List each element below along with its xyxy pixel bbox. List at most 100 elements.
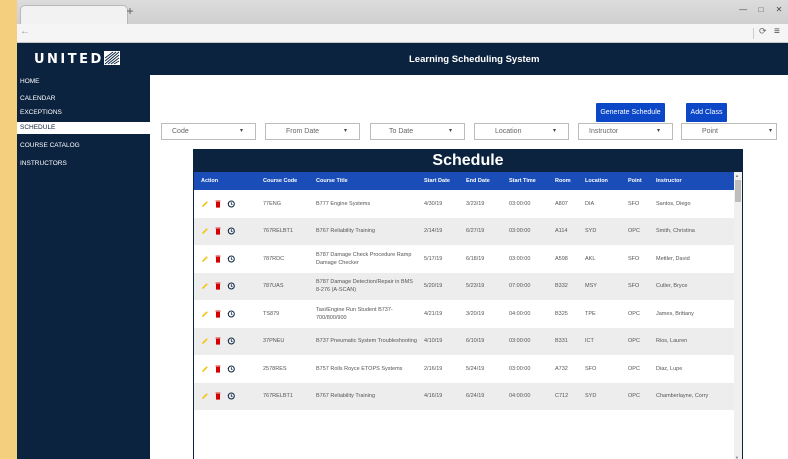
column-header-start-time[interactable]: Start Time [502,172,548,190]
history-icon[interactable] [227,392,235,400]
to-date-filter[interactable]: To Date ▾ [370,123,465,140]
close-window-button[interactable]: ✕ [773,4,785,16]
maximize-button[interactable]: □ [755,4,767,16]
column-header-end-date[interactable]: End Date [459,172,502,190]
scroll-up-arrow-icon[interactable]: ▲ [735,173,739,178]
end-date-cell: 6/18/19 [466,255,485,262]
app-header: UNITED Learning Scheduling System [17,43,788,75]
generate-schedule-button[interactable]: Generate Schedule [596,103,665,122]
column-header-course-code[interactable]: Course Code [256,172,309,190]
table-row[interactable]: 787UAS B787 Damage Detection/Repair in BM… [194,272,735,300]
edit-pencil-icon[interactable] [201,337,209,345]
address-bar[interactable]: ← ⟳ ≡ [17,24,788,43]
delete-trash-icon[interactable] [214,200,222,208]
instructor-cell: Chamberlayne, Corry [656,393,709,400]
scroll-down-arrow-icon[interactable]: ▼ [735,455,739,459]
table-header-row: Action Course Code Course Title Start Da… [194,172,735,190]
column-header-start-date[interactable]: Start Date [417,172,459,190]
instructor-filter-label: Instructor [589,128,619,135]
end-date-cell: 5/23/19 [466,283,485,290]
sidebar-item-home[interactable]: HOME [17,76,150,88]
history-icon[interactable] [227,282,235,290]
course-title-cell: B777 Engine Systems [316,200,371,207]
column-header-room[interactable]: Room [548,172,578,190]
point-cell: OPC [628,338,640,345]
edit-pencil-icon[interactable] [201,365,209,373]
edit-pencil-icon[interactable] [201,282,209,290]
scroll-thumb[interactable] [735,180,741,202]
room-cell: A807 [555,200,568,207]
history-icon[interactable] [227,200,235,208]
start-time-cell: 07:00:00 [509,283,531,290]
table-row[interactable]: 787RDC B787 Damage Check Procedure Ramp D… [194,245,735,273]
instructor-cell: James, Brittany [656,310,694,317]
course-title-cell: B787 Damage Detection/Repair in BMS 8-27… [316,279,413,294]
column-header-point[interactable]: Point [621,172,649,190]
edit-pencil-icon[interactable] [201,255,209,263]
instructor-cell: Smith, Christina [656,228,695,235]
start-time-cell: 03:00:00 [509,338,531,345]
instructor-filter[interactable]: Instructor ▾ [578,123,673,140]
start-date-cell: 2/16/19 [424,365,443,372]
history-icon[interactable] [227,227,235,235]
table-scrollbar[interactable]: ▲ ▼ [734,172,742,459]
table-row[interactable]: 77ENG B777 Engine Systems 4/30/19 3/23/19 03… [194,190,735,218]
edit-pencil-icon[interactable] [201,392,209,400]
back-arrow-icon[interactable]: ← [20,26,30,37]
code-filter[interactable]: Code ▾ [161,123,256,140]
add-class-button[interactable]: Add Class [686,103,727,122]
room-cell: B332 [555,283,568,290]
delete-trash-icon[interactable] [214,365,222,373]
sidebar-item-schedule[interactable]: SCHEDULE [17,122,150,134]
from-date-filter-label: From Date [286,128,320,135]
point-cell: OPC [628,365,640,372]
sidebar: HOME CALENDAR EXCEPTIONS SCHEDULE COURSE… [17,75,150,459]
row-actions [194,218,256,246]
point-cell: SFO [628,255,640,262]
point-cell: OPC [628,310,640,317]
table-row[interactable]: 2578RES B757 Rolls Royce ETOPS Systems 2/1… [194,355,735,383]
delete-trash-icon[interactable] [214,255,222,263]
point-filter[interactable]: Point ▾ [681,123,777,140]
app-title: Learning Scheduling System [409,54,540,65]
sidebar-item-exceptions[interactable]: EXCEPTIONS [17,107,150,119]
row-actions [194,383,256,411]
column-header-instructor[interactable]: Instructor [649,172,735,190]
delete-trash-icon[interactable] [214,310,222,318]
delete-trash-icon[interactable] [214,282,222,290]
course-code-cell: 37PNEU [263,338,285,345]
browser-tab[interactable] [20,5,128,24]
table-row[interactable]: 767RELBT1 B767 Reliability Training 4/16/1… [194,382,735,411]
history-icon[interactable] [227,365,235,373]
reload-icon[interactable]: ⟳ [759,26,767,37]
history-icon[interactable] [227,255,235,263]
delete-trash-icon[interactable] [214,337,222,345]
table-row[interactable]: 767RELBT1 B767 Reliability Training 2/14/1… [194,217,735,246]
edit-pencil-icon[interactable] [201,200,209,208]
delete-trash-icon[interactable] [214,227,222,235]
sidebar-item-instructors[interactable]: INSTRUCTORS [17,158,150,170]
end-date-cell: 6/10/19 [466,338,485,345]
new-tab-button[interactable]: + [123,3,137,19]
column-header-location[interactable]: Location [578,172,621,190]
location-filter-label: Location [495,128,522,135]
minimize-button[interactable]: — [737,4,749,16]
location-cell: SYD [585,393,597,400]
history-icon[interactable] [227,337,235,345]
schedule-title: Schedule [194,150,742,172]
delete-trash-icon[interactable] [214,392,222,400]
chevron-down-icon: ▾ [552,128,556,134]
column-header-course-title[interactable]: Course Title [309,172,417,190]
history-icon[interactable] [227,310,235,318]
united-logo[interactable]: UNITED [34,52,104,67]
sidebar-item-calendar[interactable]: CALENDAR [17,93,150,105]
location-cell: AKL [585,255,596,262]
table-row[interactable]: 37PNEU B737 Pneumatic System Troubleshoot… [194,327,735,355]
browser-menu-icon[interactable]: ≡ [774,26,780,37]
sidebar-item-course-catalog[interactable]: COURSE CATALOG [17,140,150,152]
table-row[interactable]: TS879 Taxi/Engine Run Student B737-700/80… [194,300,735,328]
from-date-filter[interactable]: From Date ▾ [265,123,360,140]
edit-pencil-icon[interactable] [201,227,209,235]
location-filter[interactable]: Location ▾ [474,123,569,140]
edit-pencil-icon[interactable] [201,310,209,318]
